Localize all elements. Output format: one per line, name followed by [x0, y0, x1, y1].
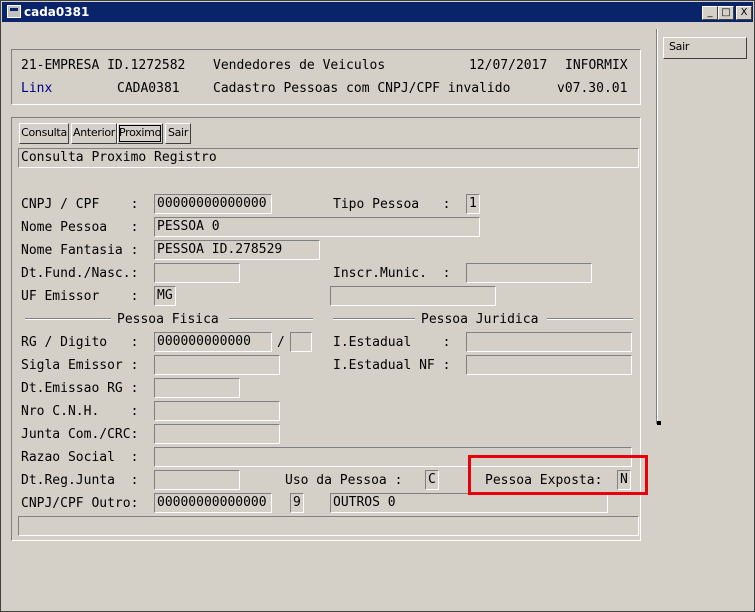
dt-fund-field[interactable] [154, 263, 240, 283]
rg-digit-field[interactable] [290, 332, 312, 352]
tipo-pessoa-field[interactable]: 1 [466, 194, 480, 214]
sigla-emissor-label: Sigla Emissor : [21, 358, 139, 373]
uf-extra-field[interactable] [330, 286, 496, 306]
razao-social-label: Razao Social : [21, 450, 139, 465]
pessoa-juridica-heading: Pessoa Juridica [421, 312, 539, 327]
ie-label: I.Estadual : [333, 335, 451, 350]
resize-dot [657, 421, 661, 425]
close-button[interactable]: X [736, 6, 752, 20]
cnpj-field[interactable]: 00000000000000 [154, 194, 272, 214]
cnh-field[interactable] [154, 401, 280, 421]
company-label: 21-EMPRESA ID.1272582 [21, 58, 186, 73]
dt-reg-junta-field[interactable] [154, 470, 240, 490]
anterior-button[interactable]: Anterior [71, 123, 117, 144]
maximize-button[interactable]: □ [718, 6, 734, 20]
outro-code-field[interactable]: 9 [290, 493, 304, 513]
system-label: INFORMIX [565, 58, 628, 73]
highlight-box [468, 455, 648, 495]
cnpj-label: CNPJ / CPF : [21, 197, 139, 212]
ie-nf-label: I.Estadual NF : [333, 358, 451, 373]
sigla-emissor-field[interactable] [154, 355, 280, 375]
inscr-munic-label: Inscr.Munic. : [333, 266, 451, 281]
minimize-button[interactable]: _ [702, 6, 718, 20]
juridica-line-left [333, 318, 415, 320]
dt-emissao-field[interactable] [154, 378, 240, 398]
rg-separator: / [277, 335, 285, 350]
app-icon[interactable] [7, 5, 21, 18]
department-label: Vendedores de Veiculos [213, 58, 386, 73]
dt-emissao-label: Dt.Emissao RG : [21, 381, 139, 396]
date-label: 12/07/2017 [469, 58, 548, 73]
outro-desc-field[interactable]: OUTROS 0 [330, 493, 608, 513]
cnh-label: Nro C.N.H. : [21, 404, 139, 419]
program-label: CADA0381 [117, 81, 180, 96]
maximize-icon: □ [721, 7, 731, 18]
proximo-button[interactable]: Proximo [117, 123, 163, 144]
uso-pessoa-field[interactable]: C [425, 470, 439, 490]
bottom-field [18, 516, 639, 536]
uf-emissor-label: UF Emissor : [21, 289, 139, 304]
title-bar[interactable]: cada0381 _ □ X [2, 2, 753, 22]
tipo-pessoa-label: Tipo Pessoa : [333, 197, 451, 212]
uso-pessoa-label: Uso da Pessoa : [285, 473, 403, 488]
rg-field[interactable]: 000000000000 [154, 332, 272, 352]
fisica-line-right [229, 318, 313, 320]
nome-fantasia-field[interactable]: PESSOA ID.278529 [154, 240, 320, 260]
junta-label: Junta Com./CRC: [21, 427, 139, 442]
brand-label: Linx [21, 81, 53, 96]
junta-field[interactable] [154, 424, 280, 444]
uf-emissor-field[interactable]: MG [154, 286, 176, 306]
nome-pessoa-label: Nome Pessoa : [21, 220, 139, 235]
consulta-button[interactable]: Consulta [19, 123, 69, 144]
minimize-icon: _ [707, 7, 713, 18]
nome-fantasia-label: Nome Fantasia : [21, 243, 139, 258]
dt-reg-junta-label: Dt.Reg.Junta : [21, 473, 139, 488]
side-exit-button[interactable]: Sair [663, 37, 747, 59]
window-title: cada0381 [24, 5, 90, 19]
dt-fund-label: Dt.Fund./Nasc.: [21, 266, 139, 281]
close-icon: X [740, 7, 748, 18]
sair-button[interactable]: Sair [165, 123, 191, 144]
pessoa-fisica-heading: Pessoa Fisica [117, 312, 219, 327]
ie-nf-field[interactable] [466, 355, 632, 375]
juridica-line-right [547, 318, 633, 320]
ie-field[interactable] [466, 332, 632, 352]
cnpj-outro-field[interactable]: 00000000000000 [154, 493, 272, 513]
app-window: cada0381 _ □ X 21-EMPRESA ID.1272582 Ven… [0, 0, 755, 612]
version-label: v07.30.01 [557, 81, 628, 96]
fisica-line-left [25, 318, 111, 320]
cnpj-outro-label: CNPJ/CPF Outro: [21, 496, 139, 511]
nome-pessoa-field[interactable]: PESSOA 0 [154, 217, 480, 237]
description-label: Cadastro Pessoas com CNPJ/CPF invalido [213, 81, 511, 96]
inscr-munic-field[interactable] [466, 263, 592, 283]
rg-label: RG / Digito : [21, 335, 139, 350]
status-message-field: Consulta Proximo Registro [18, 148, 639, 168]
side-divider [656, 29, 658, 424]
